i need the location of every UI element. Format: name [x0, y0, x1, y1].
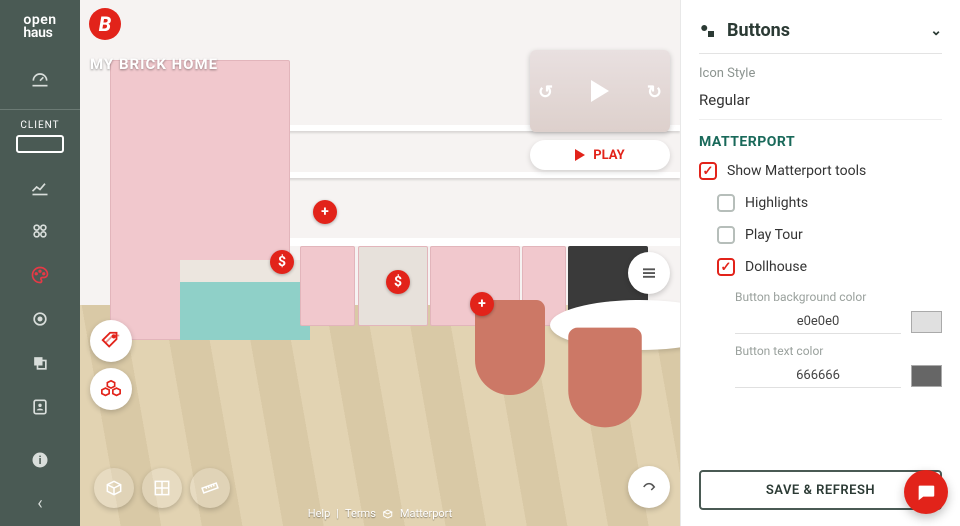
nav-dashboard[interactable]	[0, 57, 80, 101]
floorplan-tool[interactable]	[142, 468, 182, 508]
box-icon	[104, 478, 124, 498]
matterport-icon	[382, 508, 394, 520]
check-dollhouse[interactable]: Dollhouse	[717, 258, 942, 276]
hotspot-price[interactable]: $	[386, 270, 410, 294]
client-label: CLIENT	[20, 120, 59, 131]
section-header-buttons[interactable]: Buttons ⌄	[699, 14, 942, 54]
hotspot-add[interactable]: +	[470, 292, 494, 316]
checkbox-icon[interactable]	[717, 226, 735, 244]
tags-toggle[interactable]	[90, 320, 132, 362]
checkbox-icon[interactable]	[717, 194, 735, 212]
sidebar: open haus CLIENT i ‹	[0, 0, 80, 526]
bg-color-label: Button background color	[735, 290, 942, 304]
forward-icon[interactable]: ↻	[647, 82, 662, 103]
nav-appearance[interactable]	[0, 253, 80, 297]
chevron-left-icon: ‹	[37, 495, 42, 513]
chat-icon	[915, 481, 937, 503]
blocks-icon	[30, 221, 50, 241]
text-color-swatch[interactable]	[911, 365, 942, 387]
help-link[interactable]: Help	[308, 507, 331, 520]
chevron-down-icon: ⌄	[930, 23, 942, 39]
hamburger-icon	[640, 264, 658, 282]
shapes-icon	[699, 22, 717, 40]
nav-modules[interactable]	[0, 209, 80, 253]
cubes-icon	[100, 378, 122, 400]
share-icon	[640, 478, 658, 496]
palette-icon	[30, 265, 50, 285]
svg-text:i: i	[39, 454, 42, 467]
viewer-footer: Help | Terms Matterport	[308, 507, 453, 520]
nav-layers[interactable]	[0, 341, 80, 385]
tag-icon	[100, 330, 122, 352]
ruler-icon	[200, 478, 220, 498]
menu-button[interactable]	[628, 252, 670, 294]
hotspot-add[interactable]: +	[313, 200, 337, 224]
project-title: MY BRICK HOME	[90, 55, 218, 73]
app-logo: open haus	[23, 14, 56, 39]
chat-widget[interactable]	[904, 470, 948, 514]
settings-panel: Buttons ⌄ Icon Style Regular MATTERPORT …	[680, 0, 960, 526]
matterport-heading: MATTERPORT	[699, 134, 942, 150]
measure-tool[interactable]	[190, 468, 230, 508]
viewer-tools	[94, 468, 230, 508]
check-highlights[interactable]: Highlights	[717, 194, 942, 212]
layers-icon	[30, 353, 50, 373]
brand-badge: B	[89, 8, 121, 40]
tour-viewer[interactable]: B MY BRICK HOME + $ $ + ↺ ↻ PLAY	[80, 0, 680, 526]
rewind-icon[interactable]: ↺	[538, 82, 553, 103]
check-show-tools[interactable]: Show Matterport tools	[699, 162, 942, 180]
gauge-icon	[30, 69, 50, 89]
share-button[interactable]	[628, 466, 670, 508]
check-play-tour[interactable]: Play Tour	[717, 226, 942, 244]
chart-line-icon	[30, 177, 50, 197]
text-color-label: Button text color	[735, 344, 942, 358]
minimap-preview[interactable]: ↺ ↻	[530, 50, 670, 132]
nav-record[interactable]	[0, 297, 80, 341]
bg-color-swatch[interactable]	[911, 311, 942, 333]
play-icon	[591, 80, 609, 102]
contact-icon	[30, 397, 50, 417]
provider-link[interactable]: Matterport	[400, 507, 452, 520]
dollhouse-tool[interactable]	[94, 468, 134, 508]
hotspot-price[interactable]: $	[270, 250, 294, 274]
icon-style-select[interactable]: Regular	[699, 87, 942, 120]
nav-analytics[interactable]	[0, 165, 80, 209]
icon-style-label: Icon Style	[699, 66, 942, 81]
nav-back[interactable]: ‹	[0, 482, 80, 526]
products-toggle[interactable]	[90, 368, 132, 410]
play-button[interactable]: PLAY	[530, 140, 670, 170]
info-icon: i	[30, 450, 50, 470]
nav-contacts[interactable]	[0, 385, 80, 429]
circle-dot-icon	[30, 309, 50, 329]
floorplan-icon	[152, 478, 172, 498]
text-color-input[interactable]	[735, 364, 901, 388]
checkbox-icon[interactable]	[717, 258, 735, 276]
client-selector[interactable]	[16, 135, 64, 153]
bg-color-input[interactable]	[735, 310, 901, 334]
terms-link[interactable]: Terms	[345, 507, 376, 520]
checkbox-icon[interactable]	[699, 162, 717, 180]
nav-info[interactable]: i	[0, 438, 80, 482]
